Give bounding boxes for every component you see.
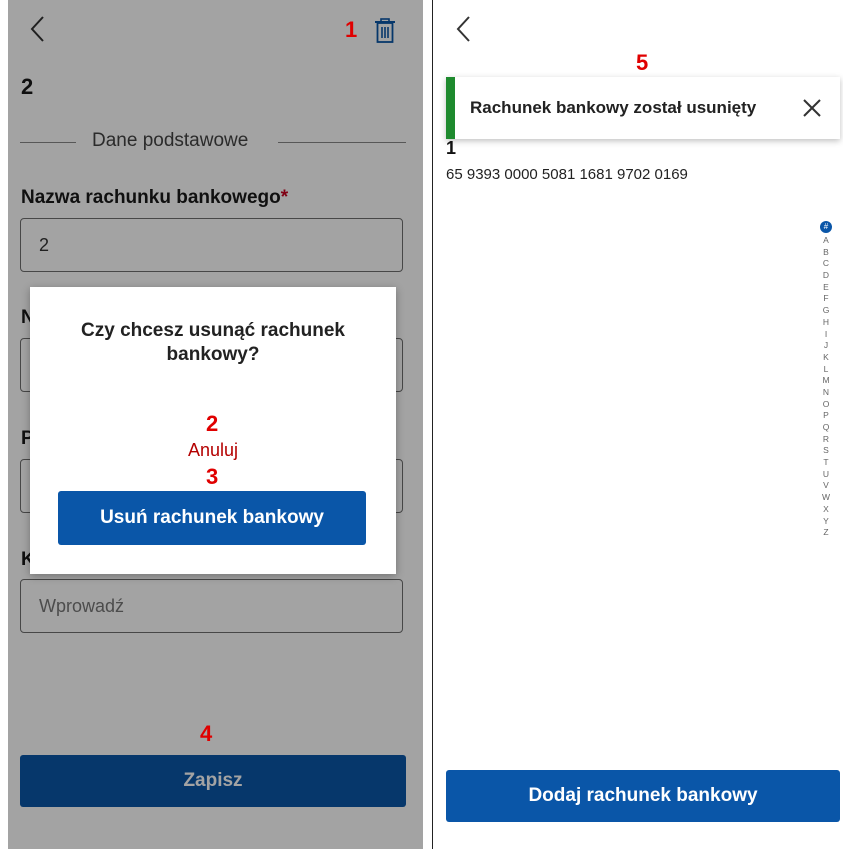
index-letter[interactable]: U: [817, 469, 835, 481]
index-letter[interactable]: R: [817, 434, 835, 446]
index-letter[interactable]: Z: [817, 527, 835, 539]
alphabet-index[interactable]: # ABCDEFGHIJKLMNOPQRSTUVWXYZ: [817, 221, 835, 539]
index-letter[interactable]: S: [817, 445, 835, 457]
index-letter[interactable]: F: [817, 293, 835, 305]
dialog-question: Czy chcesz usunąć rachunek bankowy?: [81, 320, 345, 365]
delete-account-button[interactable]: Usuń rachunek bankowy: [58, 491, 366, 545]
toast-message: Rachunek bankowy został usunięty: [470, 98, 757, 117]
success-toast: Rachunek bankowy został usunięty: [446, 77, 840, 139]
screen-divider: [432, 0, 433, 849]
index-letter[interactable]: M: [817, 375, 835, 387]
annotation-4: 4: [200, 721, 213, 746]
right-screen: 5 Rachunek bankowy został usunięty 1 65 …: [434, 0, 843, 849]
account-name[interactable]: 1: [446, 138, 456, 159]
index-letter[interactable]: D: [817, 270, 835, 282]
index-letter[interactable]: K: [817, 352, 835, 364]
left-screen: 2 Dane podstawowe Nazwa rachunku bankowe…: [8, 0, 423, 849]
annotation-3: 3: [206, 464, 219, 489]
index-letter[interactable]: T: [817, 457, 835, 469]
index-letter[interactable]: Q: [817, 422, 835, 434]
add-account-button[interactable]: Dodaj rachunek bankowy: [446, 770, 840, 822]
index-letter[interactable]: W: [817, 492, 835, 504]
index-letter[interactable]: G: [817, 305, 835, 317]
index-letter[interactable]: H: [817, 317, 835, 329]
index-letter[interactable]: A: [817, 235, 835, 247]
toast-accent-bar: [446, 77, 455, 139]
index-hash[interactable]: #: [820, 221, 832, 233]
index-letter[interactable]: N: [817, 387, 835, 399]
annotation-2: 2: [206, 411, 219, 436]
index-letter[interactable]: B: [817, 247, 835, 259]
close-icon[interactable]: [801, 97, 823, 119]
back-icon[interactable]: [454, 14, 474, 44]
index-letter[interactable]: O: [817, 399, 835, 411]
index-letter[interactable]: J: [817, 340, 835, 352]
annotation-5: 5: [636, 50, 649, 75]
index-letter[interactable]: Y: [817, 516, 835, 528]
index-letter[interactable]: L: [817, 364, 835, 376]
index-letter[interactable]: E: [817, 282, 835, 294]
index-letter[interactable]: X: [817, 504, 835, 516]
annotation-1: 1: [345, 17, 358, 42]
cancel-button[interactable]: Anuluj: [30, 440, 396, 461]
index-letter[interactable]: V: [817, 480, 835, 492]
account-number[interactable]: 65 9393 0000 5081 1681 9702 0169: [446, 166, 688, 183]
index-letter[interactable]: I: [817, 329, 835, 341]
index-letter[interactable]: C: [817, 258, 835, 270]
index-letter[interactable]: P: [817, 410, 835, 422]
